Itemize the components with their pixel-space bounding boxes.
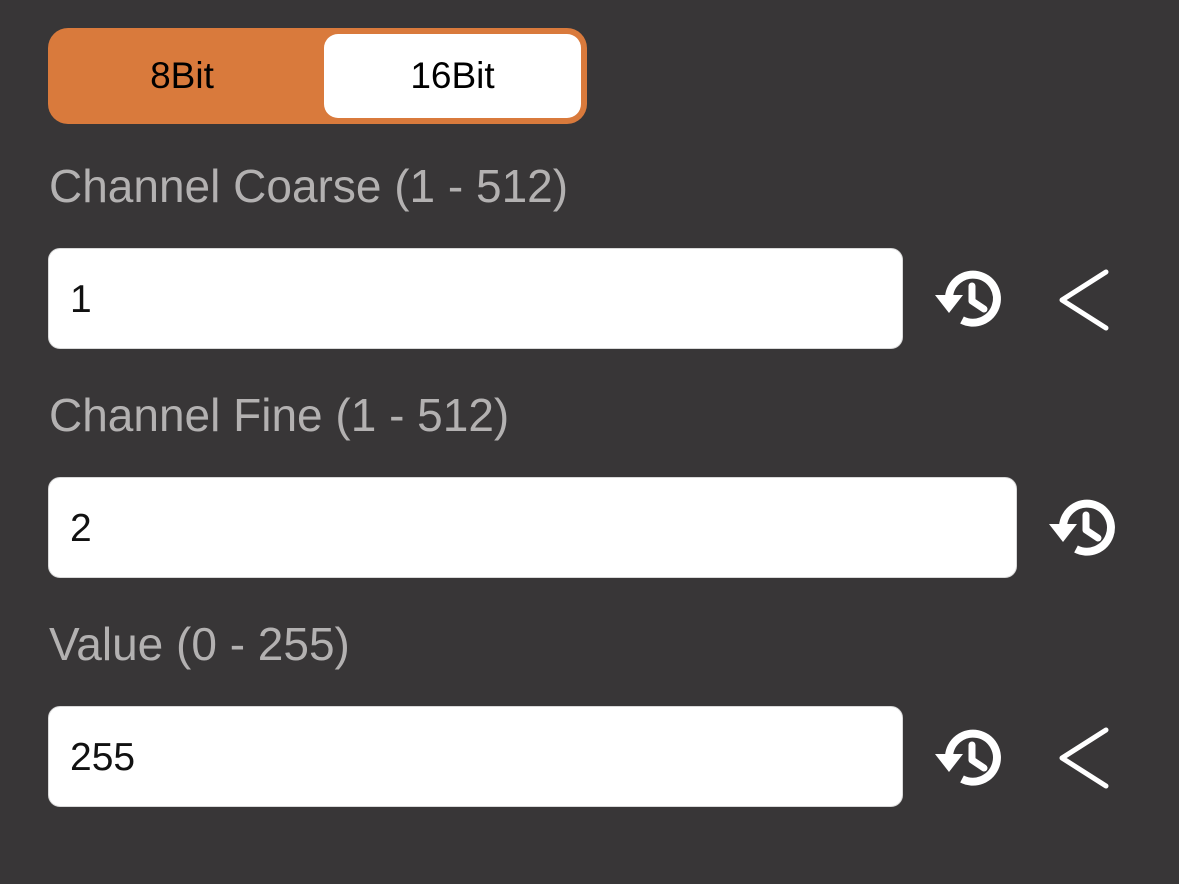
channel-coarse-value: 1	[70, 277, 92, 321]
value-history-icon[interactable]	[932, 718, 1012, 798]
value-label: Value (0 - 255)	[49, 618, 350, 670]
value-input[interactable]: 255	[48, 706, 903, 807]
channel-fine-value: 2	[70, 506, 92, 550]
segment-8bit[interactable]: 8Bit	[48, 28, 316, 124]
value-back-icon[interactable]	[1056, 726, 1112, 790]
bit-mode-segmented-control: 8Bit 16Bit	[48, 28, 587, 124]
channel-fine-history-icon[interactable]	[1046, 488, 1126, 568]
segment-16bit[interactable]: 16Bit	[324, 34, 581, 118]
channel-coarse-back-icon[interactable]	[1056, 268, 1112, 332]
channel-coarse-label: Channel Coarse (1 - 512)	[49, 160, 569, 212]
channel-fine-label: Channel Fine (1 - 512)	[49, 389, 510, 441]
channel-coarse-history-icon[interactable]	[932, 259, 1012, 339]
channel-coarse-input[interactable]: 1	[48, 248, 903, 349]
value-value: 255	[70, 735, 136, 779]
channel-fine-input[interactable]: 2	[48, 477, 1017, 578]
